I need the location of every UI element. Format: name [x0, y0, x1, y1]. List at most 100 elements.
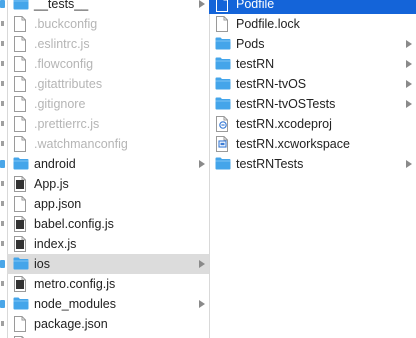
doc-icon	[1, 61, 4, 66]
doc-icon	[13, 56, 29, 72]
file-row[interactable]: .flowconfig	[7, 54, 209, 74]
file-row[interactable]: .buckconfig	[7, 14, 209, 34]
item-label: testRN.xcworkspace	[236, 137, 350, 151]
item-label: .eslintrc.js	[34, 37, 90, 51]
file-row[interactable]: .gitignore	[7, 94, 209, 114]
file-row[interactable]: .gitattributes	[7, 74, 209, 94]
folder-row[interactable]: testRN-tvOS	[209, 74, 416, 94]
item-label: testRN.xcodeproj	[236, 117, 332, 131]
file-row[interactable]: testRN.xcodeproj	[209, 114, 416, 134]
item-label: .prettierrc.js	[34, 117, 100, 131]
item-label: .watchmanconfig	[34, 137, 128, 151]
item-label: Podfile.lock	[236, 17, 300, 31]
parent-row-folder-icon[interactable]	[0, 0, 7, 14]
folder-row[interactable]: node_modules	[7, 294, 209, 314]
parent-row-doc-icon[interactable]	[0, 214, 7, 234]
parent-row-doc-icon[interactable]	[0, 54, 7, 74]
file-row[interactable]: yarn.lock	[7, 334, 209, 338]
parent-row-doc-icon[interactable]	[0, 94, 7, 114]
doc-icon	[1, 81, 4, 86]
doc-icon	[1, 181, 4, 186]
folder-icon	[0, 260, 5, 268]
folder-row[interactable]: testRNTests	[209, 154, 416, 174]
folder-icon	[215, 56, 231, 72]
parent-row-folder-icon[interactable]	[0, 154, 7, 174]
item-label: Podfile	[236, 0, 275, 11]
chevron-right-icon	[199, 0, 205, 8]
parent-row-doc-icon[interactable]	[0, 114, 7, 134]
doc-icon	[1, 321, 4, 326]
script-icon	[13, 276, 29, 292]
doc-icon	[13, 136, 29, 152]
file-row[interactable]: .watchmanconfig	[7, 134, 209, 154]
parent-row-doc-icon[interactable]	[0, 174, 7, 194]
item-label: __tests__	[34, 0, 89, 11]
item-label: .flowconfig	[34, 57, 94, 71]
doc-icon	[1, 141, 4, 146]
doc-icon	[1, 281, 4, 286]
folder-row[interactable]: Pods	[209, 34, 416, 54]
file-row[interactable]: metro.config.js	[7, 274, 209, 294]
project-column[interactable]: __tests__ .buckconfig .eslintrc.js .flowcon…	[7, 0, 209, 338]
doc-icon	[1, 241, 4, 246]
folder-icon	[215, 156, 231, 172]
item-label: .gitignore	[34, 97, 86, 111]
parent-row-doc-icon[interactable]	[0, 234, 7, 254]
doc-icon	[1, 201, 4, 206]
file-row[interactable]: .eslintrc.js	[7, 34, 209, 54]
parent-row-doc-icon[interactable]	[0, 34, 7, 54]
doc-icon	[1, 21, 4, 26]
folder-row[interactable]: testRN	[209, 54, 416, 74]
item-label: App.js	[34, 177, 69, 191]
parent-row-doc-icon[interactable]	[0, 194, 7, 214]
item-label: android	[34, 157, 76, 171]
folder-icon	[13, 296, 29, 312]
doc-icon	[1, 101, 4, 106]
doc-icon	[13, 36, 29, 52]
folder-row[interactable]: __tests__	[7, 0, 209, 14]
script-icon	[13, 236, 29, 252]
doc-icon	[215, 16, 231, 32]
folder-icon	[13, 0, 29, 12]
item-label: ios	[34, 257, 50, 271]
file-row[interactable]: App.js	[7, 174, 209, 194]
parent-row-doc-icon[interactable]	[0, 134, 7, 154]
folder-row[interactable]: testRN-tvOSTests	[209, 94, 416, 114]
doc-icon	[13, 316, 29, 332]
parent-column[interactable]	[0, 0, 7, 338]
file-row[interactable]: package.json	[7, 314, 209, 334]
doc-icon	[1, 221, 4, 226]
file-row[interactable]: testRN.xcworkspace	[209, 134, 416, 154]
parent-row-folder-icon[interactable]	[0, 294, 7, 314]
script-icon	[13, 176, 29, 192]
parent-row-doc-icon[interactable]	[0, 274, 7, 294]
chevron-right-icon	[406, 100, 412, 108]
ios-column[interactable]: Podfile Podfile.lock Pods testRN testRN-tvOS…	[209, 0, 416, 338]
file-row[interactable]: index.js	[7, 234, 209, 254]
file-row[interactable]: babel.config.js	[7, 214, 209, 234]
parent-row-doc-icon[interactable]	[0, 314, 7, 334]
folder-icon	[13, 256, 29, 272]
file-row[interactable]: Podfile	[209, 0, 416, 14]
item-label: app.json	[34, 197, 82, 211]
parent-row-doc-icon[interactable]	[0, 74, 7, 94]
item-label: testRN	[236, 57, 275, 71]
file-row[interactable]: app.json	[7, 194, 209, 214]
doc-icon	[13, 96, 29, 112]
parent-row-doc-icon[interactable]	[0, 14, 7, 34]
file-row[interactable]: .prettierrc.js	[7, 114, 209, 134]
folder-row[interactable]: ios	[7, 254, 209, 274]
folder-icon	[215, 36, 231, 52]
parent-row-folder-icon[interactable]	[0, 254, 7, 274]
xcworkspace-icon	[215, 136, 231, 152]
item-label: package.json	[34, 317, 108, 331]
xcodeproj-icon	[215, 116, 231, 132]
folder-row[interactable]: android	[7, 154, 209, 174]
chevron-right-icon	[406, 80, 412, 88]
doc-icon	[13, 16, 29, 32]
item-label: .gitattributes	[34, 77, 103, 91]
doc-icon	[1, 41, 4, 46]
file-row[interactable]: Podfile.lock	[209, 14, 416, 34]
chevron-right-icon	[406, 40, 412, 48]
item-label: node_modules	[34, 297, 117, 311]
